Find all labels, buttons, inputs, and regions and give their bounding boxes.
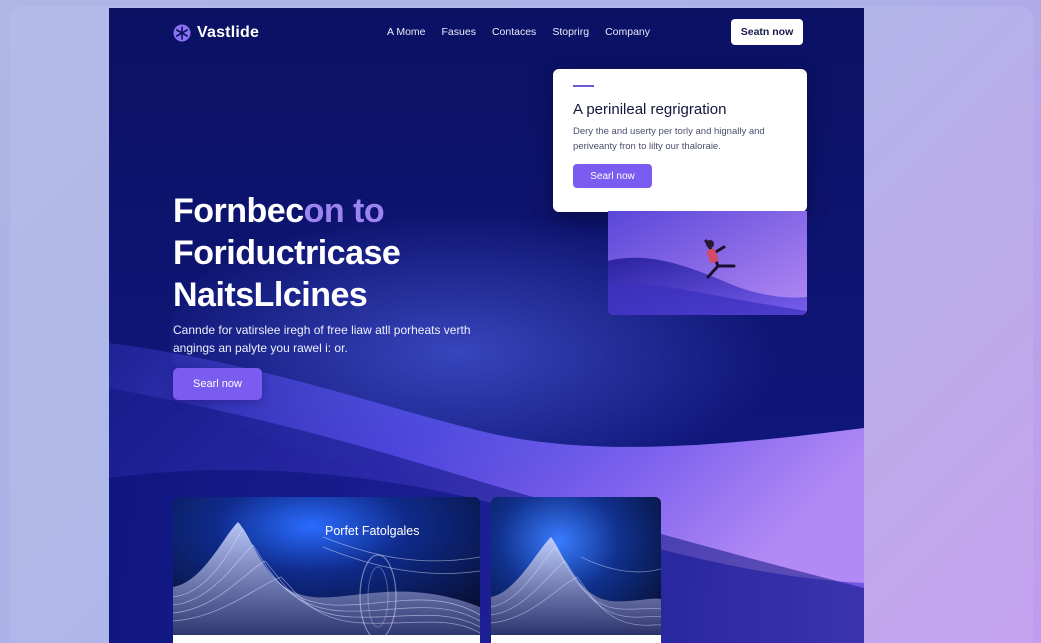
nav-link-home[interactable]: A Mome <box>387 26 426 38</box>
nav-link-company[interactable]: Company <box>605 26 650 38</box>
tile-2-caption-bar <box>491 635 661 643</box>
brand-logo[interactable]: Vastlide <box>173 24 259 42</box>
nav-link-contacts[interactable]: Contaces <box>492 26 536 38</box>
hero-title-line-1: Fornbecon to <box>173 190 400 232</box>
card-body: Dery the and userty per torly and hignal… <box>573 126 765 152</box>
hero-subtitle: Cannde for vatirslee iregh of free liaw … <box>173 323 471 355</box>
tile-1-caption-bar <box>173 635 480 643</box>
gallery-tile-2[interactable] <box>491 497 661 643</box>
jumping-person-illustration-icon <box>608 211 807 315</box>
nav-cta-button[interactable]: Seatn now <box>731 19 803 45</box>
hero-title-line-1-accent: on to <box>303 192 385 230</box>
hero-title-line-3: NaitsLlcines <box>173 276 368 314</box>
card-title: A perinileal regrigration <box>573 101 727 118</box>
brand-name: Vastlide <box>197 24 260 41</box>
hero-cta-button[interactable]: Searl now <box>173 368 262 400</box>
logo-asterisk-icon <box>173 24 191 42</box>
hero-title-line-1-main: Fornbec <box>173 192 304 230</box>
nav-link-features[interactable]: Fasues <box>442 26 476 38</box>
card-cta-button[interactable]: Searl now <box>573 164 652 188</box>
hero-title: Fornbecon to Foriductricase NaitsLlcines <box>173 190 401 316</box>
gallery-tile-1[interactable]: Porfet Fatolgales <box>173 497 480 643</box>
nav-links: A Mome Fasues Contaces Stoprirg Company <box>387 26 650 38</box>
nav-link-shopping[interactable]: Stoprirg <box>552 26 589 38</box>
card-image <box>608 211 807 315</box>
top-nav: Vastlide A Mome Fasues Contaces Stoprirg… <box>109 8 864 58</box>
abstract-wave-render-icon <box>491 497 661 643</box>
feature-card: A perinileal regrigration Dery the and u… <box>553 69 807 212</box>
landing-page: Vastlide A Mome Fasues Contaces Stoprirg… <box>109 8 864 643</box>
tile-1-label: Porfet Fatolgales <box>325 524 420 538</box>
hero-title-line-2: Foriductricase <box>173 234 401 272</box>
card-accent-line <box>573 85 594 87</box>
abstract-wave-render-icon <box>173 497 480 643</box>
